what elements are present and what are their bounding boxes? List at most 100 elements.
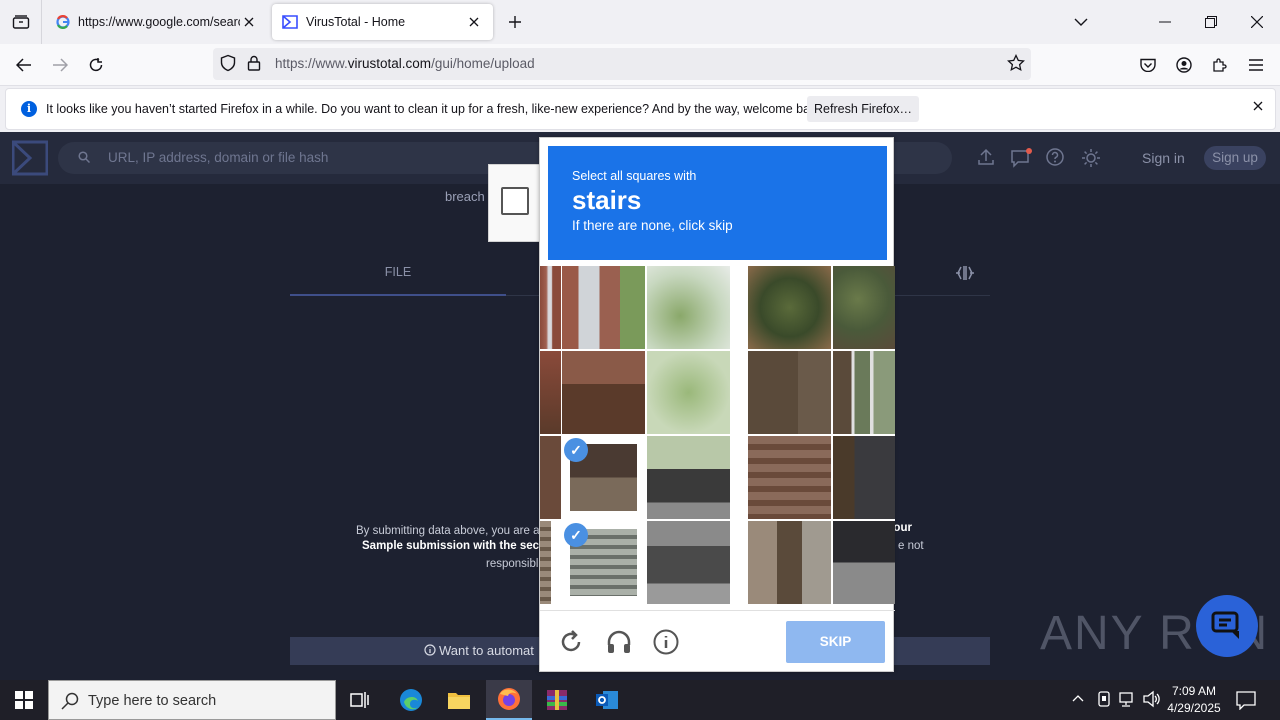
sign-in-link[interactable]: Sign in: [1142, 150, 1185, 166]
bookmark-star-icon[interactable]: [1007, 54, 1025, 72]
back-button[interactable]: [9, 50, 39, 80]
firefox-taskbar-button[interactable]: [486, 680, 532, 720]
audio-challenge-button[interactable]: [604, 627, 634, 657]
taskbar-search-input[interactable]: Type here to search: [48, 680, 336, 720]
api-icon[interactable]: [955, 264, 975, 282]
task-view-icon: [350, 692, 369, 708]
account-icon: [1176, 57, 1192, 73]
skip-button[interactable]: SKIP: [786, 621, 885, 663]
upload-icon[interactable]: [977, 148, 995, 166]
hamburger-menu-icon: [1249, 59, 1263, 71]
windows-taskbar: Type here to search 7:09 AM 4/29/2025: [0, 680, 1280, 720]
arrow-right-icon: [53, 58, 68, 72]
info-circle-icon: [424, 644, 436, 656]
refresh-firefox-button[interactable]: Refresh Firefox…: [807, 96, 919, 122]
info-icon: i: [21, 101, 37, 117]
account-button[interactable]: [1169, 50, 1199, 80]
tile-18[interactable]: [647, 521, 730, 604]
close-icon: [1251, 16, 1263, 28]
close-tab-button[interactable]: [465, 13, 483, 31]
close-tab-button[interactable]: [240, 13, 258, 31]
shield-icon[interactable]: [219, 54, 237, 72]
reload-challenge-button[interactable]: [556, 627, 586, 657]
tile-5[interactable]: [833, 266, 895, 349]
arrow-left-icon: [16, 58, 31, 72]
notification-center-icon[interactable]: [1236, 690, 1256, 710]
tile-2[interactable]: [562, 266, 645, 349]
chat-support-button[interactable]: [1196, 595, 1258, 657]
tile-9[interactable]: [748, 351, 831, 434]
tile-4[interactable]: [748, 266, 831, 349]
restore-button[interactable]: [1188, 0, 1234, 44]
virustotal-logo-icon[interactable]: [12, 140, 48, 176]
tile-11[interactable]: [540, 436, 561, 519]
tab-virustotal[interactable]: VirusTotal - Home: [272, 4, 493, 40]
file-explorer-taskbar-button[interactable]: [436, 680, 482, 720]
tile-19[interactable]: [748, 521, 831, 604]
pocket-icon: [1140, 58, 1156, 72]
theme-sun-icon[interactable]: [1081, 148, 1101, 168]
reload-button[interactable]: [81, 50, 111, 80]
network-icon[interactable]: [1118, 690, 1136, 708]
breach-text: breach: [445, 189, 485, 204]
sign-up-button[interactable]: Sign up: [1204, 146, 1266, 170]
tab-google[interactable]: https://www.google.com/searc: [46, 4, 268, 40]
chat-notification-icon[interactable]: [1011, 148, 1033, 168]
url-prefix: https://www.: [275, 56, 348, 71]
url-text: https://www.virustotal.com/gui/home/uplo…: [275, 56, 535, 71]
tile-13[interactable]: [647, 436, 730, 519]
reload-icon: [89, 58, 103, 72]
edge-icon: [400, 689, 422, 711]
navigation-toolbar: https://www.virustotal.com/gui/home/uplo…: [0, 44, 1280, 86]
automate-text: Want to automat: [439, 643, 534, 658]
tab-file[interactable]: FILE: [290, 265, 506, 279]
taskbar-clock[interactable]: 7:09 AM 4/29/2025: [1162, 683, 1226, 717]
recaptcha-challenge: Select all squares with stairs If there …: [539, 137, 895, 672]
tile-15[interactable]: [833, 436, 895, 519]
terms-text-right2: e not: [898, 540, 924, 552]
address-bar[interactable]: https://www.virustotal.com/gui/home/uplo…: [213, 48, 1031, 80]
winrar-taskbar-button[interactable]: [534, 680, 580, 720]
minimize-button[interactable]: [1142, 0, 1188, 44]
tile-20[interactable]: [833, 521, 895, 604]
active-tab-underline: [290, 294, 506, 296]
tile-14[interactable]: [748, 436, 831, 519]
close-icon[interactable]: [1253, 101, 1263, 111]
minimize-icon: [1159, 21, 1171, 23]
recaptcha-checkbox[interactable]: [501, 187, 529, 215]
tile-3[interactable]: [647, 266, 730, 349]
firefox-icon: [498, 688, 520, 710]
tile-16[interactable]: [540, 521, 551, 604]
pocket-button[interactable]: [1133, 50, 1163, 80]
new-tab-button[interactable]: [503, 10, 527, 34]
virustotal-icon: [282, 15, 298, 29]
challenge-info-button[interactable]: [651, 627, 681, 657]
terms-text-line2[interactable]: Sample submission with the secur: [362, 540, 551, 552]
google-icon: [56, 15, 70, 29]
tile-8[interactable]: [647, 351, 730, 434]
network-device-icon[interactable]: [1096, 690, 1112, 708]
list-all-tabs-button[interactable]: [1058, 0, 1104, 44]
help-icon[interactable]: [1046, 148, 1064, 166]
volume-icon[interactable]: [1142, 690, 1160, 708]
restore-icon: [1205, 16, 1217, 28]
outlook-taskbar-button[interactable]: [584, 680, 630, 720]
plus-icon: [509, 16, 521, 28]
chevron-up-icon[interactable]: [1072, 694, 1084, 702]
task-view-button[interactable]: [337, 680, 383, 720]
lock-icon[interactable]: [247, 55, 261, 71]
challenge-prompt: Select all squares with: [572, 169, 697, 183]
tile-10[interactable]: [833, 351, 895, 434]
edge-taskbar-button[interactable]: [388, 680, 434, 720]
forward-button[interactable]: [45, 50, 75, 80]
tile-1[interactable]: [540, 266, 561, 349]
close-window-button[interactable]: [1234, 0, 1280, 44]
tile-7[interactable]: [562, 351, 645, 434]
tab-title: https://www.google.com/searc: [78, 15, 240, 29]
tab-list-button[interactable]: [0, 0, 42, 44]
extensions-button[interactable]: [1205, 50, 1235, 80]
menu-button[interactable]: [1241, 50, 1271, 80]
terms-text-line1: By submitting data above, you are ag: [356, 525, 546, 537]
start-button[interactable]: [0, 680, 48, 720]
tile-6[interactable]: [540, 351, 561, 434]
